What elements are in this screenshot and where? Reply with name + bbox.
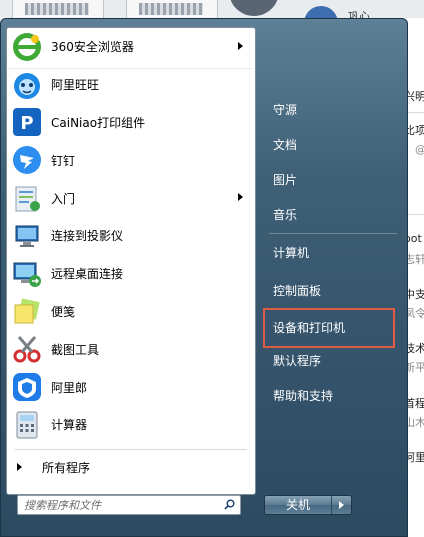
program-item-getting-started[interactable]: 入门: [7, 179, 255, 217]
remote-desktop-icon: [11, 258, 43, 290]
right-item-default-programs[interactable]: 默认程序: [263, 346, 397, 376]
program-list-pane: 360安全浏览器 阿里旺旺 P CaiNiao打印组件 钉钉 入门 连接到投影仪…: [6, 27, 256, 495]
arrow-right-icon: [17, 463, 22, 471]
search-box[interactable]: [17, 495, 241, 515]
program-label: 360安全浏览器: [51, 40, 134, 55]
program-label: 便笺: [51, 304, 76, 319]
program-label: CaiNiao打印组件: [51, 115, 146, 130]
program-label: 远程桌面连接: [51, 267, 124, 282]
program-item-cainiao-print[interactable]: P CaiNiao打印组件: [7, 104, 255, 142]
shutdown-options-arrow-icon[interactable]: [332, 496, 351, 514]
sticky-notes-icon: [11, 295, 43, 327]
program-item-snipping-tool[interactable]: 截图工具: [7, 330, 255, 368]
start-menu: 360安全浏览器 阿里旺旺 P CaiNiao打印组件 钉钉 入门 连接到投影仪…: [0, 18, 408, 537]
right-item-computer[interactable]: 计算机: [263, 238, 397, 268]
program-label: 截图工具: [51, 342, 100, 357]
projector-icon: [11, 220, 43, 252]
divider: [9, 68, 253, 69]
dingtalk-icon: [11, 144, 43, 176]
highlight-box: [263, 308, 395, 348]
program-item-360-browser[interactable]: 360安全浏览器: [7, 28, 255, 66]
right-item-control-panel[interactable]: 控制面板: [263, 276, 397, 306]
cainiao-print-icon: P: [11, 106, 43, 138]
right-item-user[interactable]: 守源: [263, 95, 397, 125]
program-label: 钉钉: [51, 153, 76, 168]
program-label: 阿里旺旺: [51, 78, 100, 93]
browser-360-icon: [11, 31, 43, 63]
search-icon[interactable]: [224, 499, 235, 510]
program-list: 360安全浏览器 阿里旺旺 P CaiNiao打印组件 钉钉 入门 连接到投影仪…: [7, 28, 255, 444]
shutdown-button[interactable]: 关机: [265, 496, 332, 514]
divider: [269, 233, 397, 234]
program-label: 连接到投影仪: [51, 229, 124, 244]
program-item-sticky-notes[interactable]: 便笺: [7, 293, 255, 331]
submenu-arrow-icon: [238, 42, 243, 50]
program-item-projector[interactable]: 连接到投影仪: [7, 217, 255, 255]
program-label: 计算器: [51, 418, 88, 433]
right-item-help[interactable]: 帮助和支持: [263, 381, 397, 411]
divider: [15, 449, 247, 450]
aliwangwang-icon: [11, 69, 43, 101]
all-programs-label: 所有程序: [42, 460, 91, 475]
alilang-icon: [11, 371, 43, 403]
program-item-aliwangwang[interactable]: 阿里旺旺: [7, 66, 255, 104]
snipping-tool-icon: [11, 333, 43, 365]
all-programs-button[interactable]: 所有程序: [7, 455, 255, 479]
program-item-dingtalk[interactable]: 钉钉: [7, 141, 255, 179]
calculator-icon: [11, 409, 43, 441]
program-label: 入门: [51, 191, 76, 206]
search-input[interactable]: [22, 497, 216, 513]
right-item-music[interactable]: 音乐: [263, 200, 397, 230]
submenu-arrow-icon: [238, 193, 243, 202]
right-item-documents[interactable]: 文档: [263, 130, 397, 160]
program-item-alilang[interactable]: 阿里郎: [7, 368, 255, 406]
program-item-calculator[interactable]: 计算器: [7, 406, 255, 444]
program-label: 阿里郎: [51, 380, 88, 395]
shutdown-button-group: 关机: [264, 495, 352, 515]
right-item-pictures[interactable]: 图片: [263, 165, 397, 195]
getting-started-icon: [11, 182, 43, 214]
svg-text:P: P: [20, 113, 33, 134]
program-item-remote-desktop[interactable]: 远程桌面连接: [7, 255, 255, 293]
